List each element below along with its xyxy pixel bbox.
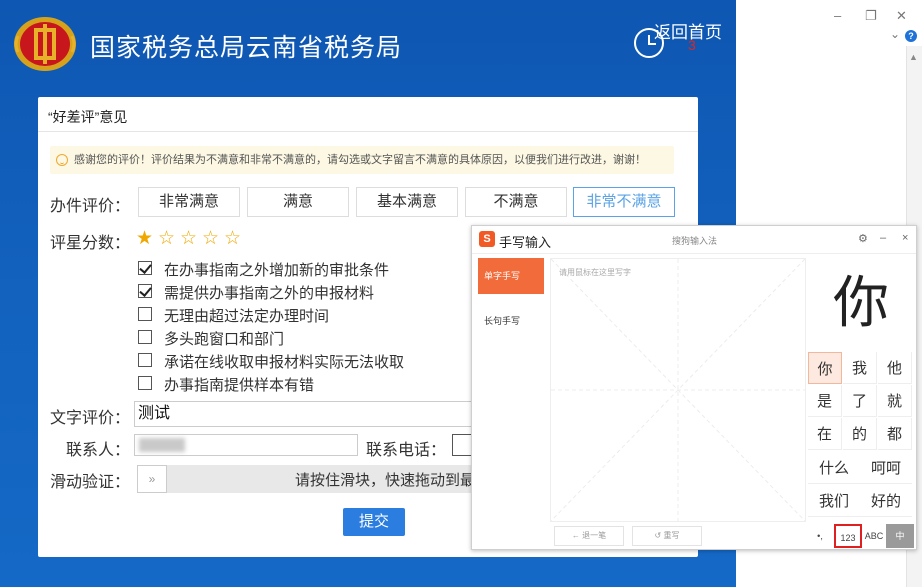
- contact-input[interactable]: [134, 434, 358, 456]
- reason-label: 需提供办事指南之外的申报材料: [164, 285, 375, 302]
- input-mode-bar: •, 123 ABC 中: [808, 524, 914, 548]
- contact-label: 联系人：: [66, 442, 131, 459]
- star-icon[interactable]: ★: [136, 227, 153, 250]
- minimize-button[interactable]: –: [834, 8, 841, 23]
- eval-option-unsatisfied[interactable]: 不满意: [465, 187, 567, 217]
- chevron-down-icon[interactable]: ⌄: [890, 27, 900, 41]
- minimize-icon[interactable]: –: [880, 232, 886, 244]
- single-char-mode-tab[interactable]: 单字手写: [478, 258, 544, 294]
- tax-emblem-logo: [14, 17, 76, 71]
- text-eval-label: 文字评价：: [50, 410, 131, 427]
- eval-option-satisfied[interactable]: 满意: [247, 187, 349, 217]
- close-icon[interactable]: ×: [902, 232, 908, 244]
- pad-guides: [551, 259, 805, 521]
- star-icon[interactable]: ☆: [224, 227, 241, 250]
- star-icon[interactable]: ☆: [202, 227, 219, 250]
- eval-option-very-unsatisfied[interactable]: 非常不满意: [573, 187, 675, 217]
- checkbox[interactable]: [138, 353, 152, 367]
- candidate-word[interactable]: 呵呵: [860, 452, 912, 484]
- candidate-word[interactable]: 我们: [808, 485, 860, 517]
- reason-label: 无理由超过法定办理时间: [164, 308, 330, 325]
- eval-label: 办件评价：: [50, 198, 131, 215]
- reason-label: 在办事指南之外增加新的审批条件: [164, 262, 390, 279]
- eval-option-basic[interactable]: 基本满意: [356, 187, 458, 217]
- candidate-char[interactable]: 在: [808, 418, 842, 450]
- panel-title: “好差评”意见: [48, 109, 128, 125]
- phone-label: 联系电话：: [366, 442, 447, 459]
- punct-mode-button[interactable]: •,: [808, 524, 832, 548]
- star-icon[interactable]: ☆: [180, 227, 197, 250]
- candidate-char[interactable]: 你: [808, 352, 842, 384]
- candidate-char[interactable]: 的: [843, 418, 877, 450]
- eval-option-very-satisfied[interactable]: 非常满意: [138, 187, 240, 217]
- number-mode-button[interactable]: 123: [834, 524, 862, 548]
- checkbox[interactable]: [138, 330, 152, 344]
- page-header: 国家税务总局云南省税务局 返回首页 3: [0, 0, 736, 92]
- notice-text: 感谢您的评价！评价结果为不满意和非常不满意的，请勾选或文字留言不满意的具体原因，…: [74, 154, 646, 166]
- checkbox-checked[interactable]: [138, 261, 152, 275]
- slider-label: 滑动验证：: [50, 474, 131, 491]
- ime-subtitle: 搜狗输入法: [672, 236, 718, 246]
- ime-title: 手写输入: [499, 235, 552, 250]
- candidate-char[interactable]: 就: [878, 385, 912, 417]
- reason-label: 办事指南提供样本有错: [164, 377, 315, 394]
- candidate-char[interactable]: 他: [878, 352, 912, 384]
- checkbox-checked[interactable]: [138, 284, 152, 298]
- candidate-char[interactable]: 都: [878, 418, 912, 450]
- handwriting-pad[interactable]: 请用鼠标在这里写字: [550, 258, 806, 522]
- site-title: 国家税务总局云南省税务局: [90, 34, 403, 62]
- undo-stroke-button[interactable]: ← 退一笔: [554, 526, 624, 546]
- sogou-logo-icon: S: [479, 231, 495, 247]
- long-sentence-mode-tab[interactable]: 长句手写: [484, 314, 520, 327]
- notice-banner: 感谢您的评价！评价结果为不满意和非常不满意的，请勾选或文字留言不满意的具体原因，…: [50, 146, 674, 174]
- candidate-word[interactable]: 什么: [808, 452, 860, 484]
- candidate-char[interactable]: 了: [843, 385, 877, 417]
- help-icon[interactable]: ?: [905, 30, 917, 42]
- restore-button[interactable]: ❐: [865, 8, 877, 24]
- rewrite-button[interactable]: ↺ 重写: [632, 526, 702, 546]
- checkbox[interactable]: [138, 376, 152, 390]
- reason-label: 承诺在线收取申报材料实际无法收取: [164, 354, 405, 371]
- reason-label: 多头跑窗口和部门: [164, 331, 285, 348]
- candidate-char[interactable]: 是: [808, 385, 842, 417]
- redacted-name: [139, 438, 185, 452]
- handwriting-ime-window: S 手写输入 搜狗输入法 ⚙ – × 单字手写 长句手写 请用鼠标在这里写字 ←…: [471, 225, 917, 550]
- countdown-badge: 3: [688, 37, 696, 53]
- close-window-button[interactable]: ✕: [896, 8, 907, 24]
- abc-mode-button[interactable]: ABC: [862, 524, 886, 548]
- preview-char: 你: [833, 271, 889, 336]
- smile-icon: [56, 154, 68, 166]
- slider-handle[interactable]: »: [137, 465, 167, 493]
- divider: [38, 131, 698, 132]
- pad-hint: 请用鼠标在这里写字: [559, 268, 631, 277]
- candidate-word[interactable]: 好的: [860, 485, 912, 517]
- chinese-mode-button[interactable]: 中: [886, 524, 914, 548]
- candidate-char[interactable]: 我: [843, 352, 877, 384]
- score-label: 评星分数：: [50, 235, 131, 252]
- submit-button[interactable]: 提交: [343, 508, 405, 536]
- settings-icon[interactable]: ⚙: [858, 232, 868, 245]
- scroll-up-icon[interactable]: ▲: [909, 52, 918, 62]
- checkbox[interactable]: [138, 307, 152, 321]
- ime-titlebar[interactable]: S 手写输入 搜狗输入法 ⚙ – ×: [472, 226, 916, 254]
- star-icon[interactable]: ☆: [158, 227, 175, 250]
